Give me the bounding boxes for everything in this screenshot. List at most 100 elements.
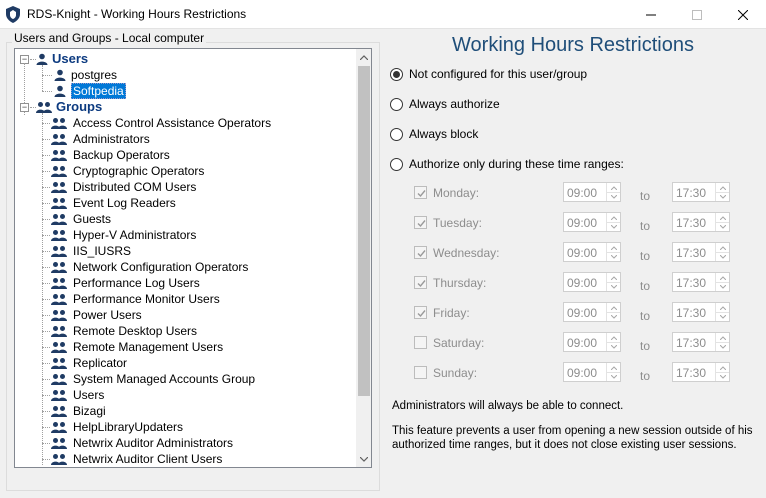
spin-buttons[interactable] (715, 213, 729, 231)
spin-buttons[interactable] (606, 183, 620, 201)
spin-down-button[interactable] (607, 222, 620, 231)
end-time-stepper[interactable]: 17:30 (672, 332, 730, 352)
day-checkbox[interactable] (414, 246, 427, 259)
radio-button[interactable] (390, 67, 403, 81)
collapse-toggle[interactable]: − (20, 103, 29, 112)
start-time-stepper[interactable]: 09:00 (563, 362, 621, 382)
end-time-value[interactable]: 17:30 (676, 366, 706, 380)
spin-down-button[interactable] (716, 192, 729, 201)
scroll-up-button[interactable] (356, 49, 371, 65)
spin-buttons[interactable] (606, 363, 620, 381)
spin-down-button[interactable] (716, 252, 729, 261)
users-groups-tree[interactable]: − Users postgres Softpedia − Groups Access Con… (14, 48, 372, 468)
spin-up-button[interactable] (716, 273, 729, 282)
spin-up-button[interactable] (716, 243, 729, 252)
spin-buttons[interactable] (715, 243, 729, 261)
spin-up-button[interactable] (607, 213, 620, 222)
day-checkbox[interactable] (414, 306, 427, 319)
spin-down-button[interactable] (716, 372, 729, 381)
end-time-stepper[interactable]: 17:30 (672, 272, 730, 292)
spin-buttons[interactable] (606, 333, 620, 351)
spin-down-button[interactable] (607, 252, 620, 261)
start-time-value[interactable]: 09:00 (567, 186, 597, 200)
spin-up-button[interactable] (716, 213, 729, 222)
end-time-value[interactable]: 17:30 (676, 276, 706, 290)
end-time-stepper[interactable]: 17:30 (672, 212, 730, 232)
spin-up-button[interactable] (716, 333, 729, 342)
start-time-value[interactable]: 09:00 (567, 246, 597, 260)
start-time-stepper[interactable]: 09:00 (563, 182, 621, 202)
spin-up-button[interactable] (607, 333, 620, 342)
spin-buttons[interactable] (606, 273, 620, 291)
spin-down-button[interactable] (716, 222, 729, 231)
spin-down-button[interactable] (716, 282, 729, 291)
to-label: to (640, 339, 651, 353)
spin-up-button[interactable] (716, 183, 729, 192)
scroll-down-button[interactable] (356, 451, 371, 467)
start-time-value[interactable]: 09:00 (567, 366, 597, 380)
start-time-stepper[interactable]: 09:00 (563, 272, 621, 292)
maximize-button[interactable] (674, 0, 720, 29)
start-time-stepper[interactable]: 09:00 (563, 212, 621, 232)
scroll-thumb[interactable] (358, 66, 370, 396)
day-checkbox[interactable] (414, 336, 427, 349)
spin-down-button[interactable] (607, 282, 620, 291)
spin-up-button[interactable] (607, 273, 620, 282)
start-time-value[interactable]: 09:00 (567, 216, 597, 230)
tree-scrollbar[interactable] (356, 49, 371, 467)
end-time-value[interactable]: 17:30 (676, 216, 706, 230)
tree-item-label: Power Users (73, 308, 142, 322)
radio-not-configured[interactable]: Not configured for this user/group (390, 65, 587, 83)
spin-buttons[interactable] (715, 333, 729, 351)
start-time-stepper[interactable]: 09:00 (563, 332, 621, 352)
spin-up-button[interactable] (607, 363, 620, 372)
day-checkbox[interactable] (414, 276, 427, 289)
spin-buttons[interactable] (715, 303, 729, 321)
spin-buttons[interactable] (715, 363, 729, 381)
start-time-value[interactable]: 09:00 (567, 336, 597, 350)
spin-down-button[interactable] (607, 312, 620, 321)
group-icon (51, 165, 67, 180)
minimize-button[interactable] (628, 0, 674, 29)
radio-button[interactable] (390, 127, 403, 141)
start-time-value[interactable]: 09:00 (567, 306, 597, 320)
spin-up-button[interactable] (716, 303, 729, 312)
day-checkbox[interactable] (414, 216, 427, 229)
spin-down-button[interactable] (716, 342, 729, 351)
spin-buttons[interactable] (606, 243, 620, 261)
group-icon (51, 133, 67, 148)
day-checkbox[interactable] (414, 186, 427, 199)
spin-up-button[interactable] (607, 183, 620, 192)
spin-buttons[interactable] (715, 183, 729, 201)
end-time-stepper[interactable]: 17:30 (672, 182, 730, 202)
start-time-stepper[interactable]: 09:00 (563, 302, 621, 322)
end-time-value[interactable]: 17:30 (676, 336, 706, 350)
end-time-value[interactable]: 17:30 (676, 246, 706, 260)
radio-time-ranges[interactable]: Authorize only during these time ranges: (390, 155, 624, 173)
spin-buttons[interactable] (715, 273, 729, 291)
radio-always-authorize[interactable]: Always authorize (390, 95, 500, 113)
tree-item-label: Softpedia (71, 83, 126, 99)
spin-down-button[interactable] (716, 312, 729, 321)
radio-always-block[interactable]: Always block (390, 125, 478, 143)
close-button[interactable] (720, 0, 766, 29)
start-time-stepper[interactable]: 09:00 (563, 242, 621, 262)
end-time-stepper[interactable]: 17:30 (672, 302, 730, 322)
radio-button[interactable] (390, 157, 403, 171)
spin-up-button[interactable] (716, 363, 729, 372)
spin-up-button[interactable] (607, 303, 620, 312)
end-time-value[interactable]: 17:30 (676, 186, 706, 200)
start-time-value[interactable]: 09:00 (567, 276, 597, 290)
spin-down-button[interactable] (607, 192, 620, 201)
radio-button[interactable] (390, 97, 403, 111)
spin-up-button[interactable] (607, 243, 620, 252)
spin-buttons[interactable] (606, 213, 620, 231)
day-checkbox[interactable] (414, 366, 427, 379)
spin-buttons[interactable] (606, 303, 620, 321)
spin-down-button[interactable] (607, 372, 620, 381)
spin-down-button[interactable] (607, 342, 620, 351)
end-time-stepper[interactable]: 17:30 (672, 242, 730, 262)
end-time-stepper[interactable]: 17:30 (672, 362, 730, 382)
end-time-value[interactable]: 17:30 (676, 306, 706, 320)
tree-connector (42, 363, 50, 364)
